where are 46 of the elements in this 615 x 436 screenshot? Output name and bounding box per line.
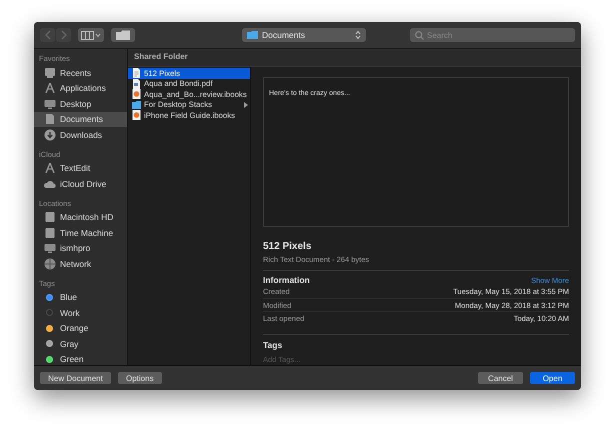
disclosure-icon (244, 102, 248, 108)
sidebar-item[interactable]: ismhpro (34, 240, 127, 256)
sidebar-item[interactable]: TextEdit (34, 160, 127, 176)
forward-icon (60, 30, 68, 40)
document-icon (132, 68, 141, 78)
dialog-button[interactable]: New Document (40, 372, 111, 384)
column-header: Shared Folder (128, 49, 581, 67)
sidebar-item[interactable]: Blue (34, 290, 127, 305)
cancel-button[interactable]: Cancel (478, 372, 523, 384)
sidebar-item[interactable]: Gray (34, 336, 127, 352)
sidebar-item[interactable]: Applications (34, 80, 127, 96)
view-button[interactable] (78, 28, 104, 42)
document-icon (132, 78, 141, 89)
sidebar-item[interactable]: Macintosh HD (34, 210, 127, 225)
book-icon (132, 110, 141, 120)
apps-icon (44, 162, 56, 174)
doc-icon (44, 113, 56, 126)
sidebar-item[interactable]: Orange (34, 320, 127, 336)
location-popup[interactable]: Documents (242, 28, 366, 42)
sidebar-item[interactable]: Desktop (34, 96, 127, 112)
folder-icon (247, 31, 258, 39)
info-heading: Information (263, 275, 310, 285)
sidebar-item[interactable]: Work (34, 305, 127, 320)
sidebar-item[interactable]: Network (34, 256, 127, 272)
monitor-icon (44, 242, 56, 254)
sidebar-item[interactable]: Time Machine (34, 225, 127, 240)
updown-icon (355, 30, 361, 40)
sidebar-item[interactable]: Documents (34, 112, 127, 127)
new-folder-button[interactable] (111, 28, 135, 42)
sidebar-item[interactable]: Recents (34, 65, 127, 80)
dialog-button[interactable]: Options (118, 372, 162, 384)
sidebar-item[interactable]: Downloads (34, 127, 127, 142)
folder-icon (116, 30, 130, 40)
file-name: 512 Pixels (263, 241, 312, 252)
apps-icon (44, 82, 56, 94)
back-icon (44, 30, 52, 40)
sidebar-item[interactable]: iCloud Drive (34, 176, 127, 192)
monitor-icon (44, 98, 56, 110)
download-icon (44, 128, 56, 141)
folder-icon (132, 100, 141, 110)
tags-heading: Tags (263, 340, 284, 350)
sidebar-item[interactable]: Green (34, 352, 127, 367)
open-button[interactable]: Open (530, 372, 575, 384)
globe-icon (44, 258, 56, 270)
columns-icon (81, 30, 101, 40)
book-icon (132, 89, 141, 100)
